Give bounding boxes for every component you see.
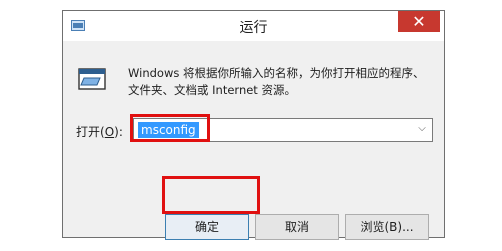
highlight-input-box bbox=[130, 114, 210, 142]
description-line-1: Windows 将根据你所输入的名称，为你打开相应的程序、 bbox=[128, 66, 425, 80]
description-line-2: 文件夹、文档或 Internet 资源。 bbox=[128, 83, 296, 97]
run-icon bbox=[78, 68, 106, 90]
window-title: 运行 bbox=[239, 20, 268, 36]
open-label-suffix: ): bbox=[114, 125, 123, 139]
cancel-button[interactable]: 取消 bbox=[255, 214, 339, 240]
open-label-prefix: 打开( bbox=[76, 125, 105, 139]
open-label: 打开(O): bbox=[76, 123, 123, 140]
chevron-down-icon[interactable]: ⌵ bbox=[417, 123, 427, 137]
close-button[interactable]: ✕ bbox=[398, 11, 440, 32]
highlight-ok-box bbox=[162, 176, 260, 214]
open-label-accesskey: O bbox=[104, 125, 115, 139]
ok-button[interactable]: 确定 bbox=[165, 214, 249, 240]
description: Windows 将根据你所输入的名称，为你打开相应的程序、 文件夹、文档或 In… bbox=[128, 65, 428, 99]
browse-button[interactable]: 浏览(B)... bbox=[345, 214, 429, 240]
title-bar: 运行 ✕ bbox=[63, 11, 444, 41]
